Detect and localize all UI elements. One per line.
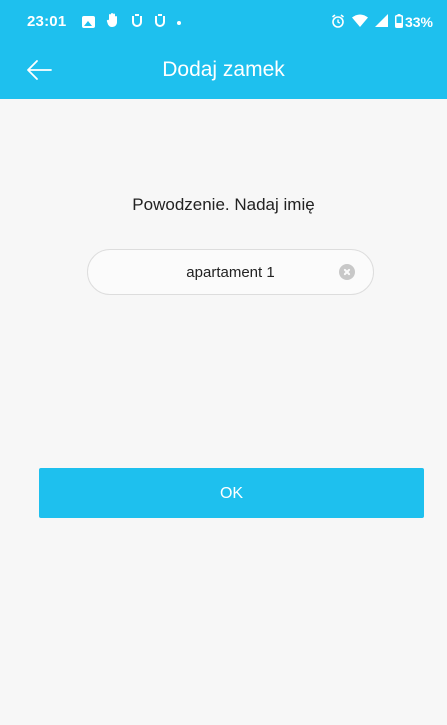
hand-icon	[106, 12, 120, 32]
signal-icon	[374, 14, 388, 30]
battery-icon	[394, 13, 403, 31]
dot-icon	[177, 21, 181, 25]
battery-percent: 33%	[404, 14, 433, 30]
lock-name-field	[87, 249, 374, 295]
mi-icon	[154, 12, 166, 32]
alarm-icon	[331, 13, 345, 31]
status-system-icons: 33%	[324, 12, 433, 32]
clear-icon[interactable]	[339, 264, 355, 280]
status-bar: 23:01 33%	[0, 0, 447, 44]
success-prompt: Powodzenie. Nadaj imię	[132, 195, 315, 214]
ok-button[interactable]: OK	[39, 468, 424, 518]
image-icon	[82, 16, 95, 28]
status-time: 23:01	[27, 13, 67, 30]
app-bar: Dodaj zamek	[0, 44, 447, 99]
mi-icon	[131, 12, 143, 32]
screen: 23:01 33% Dodaj zamek Powodzenie. Nadaj …	[0, 0, 447, 725]
lock-name-input[interactable]	[128, 250, 333, 294]
page-title: Dodaj zamek	[162, 58, 285, 81]
wifi-icon	[351, 14, 368, 30]
status-notification-icons	[82, 12, 192, 32]
